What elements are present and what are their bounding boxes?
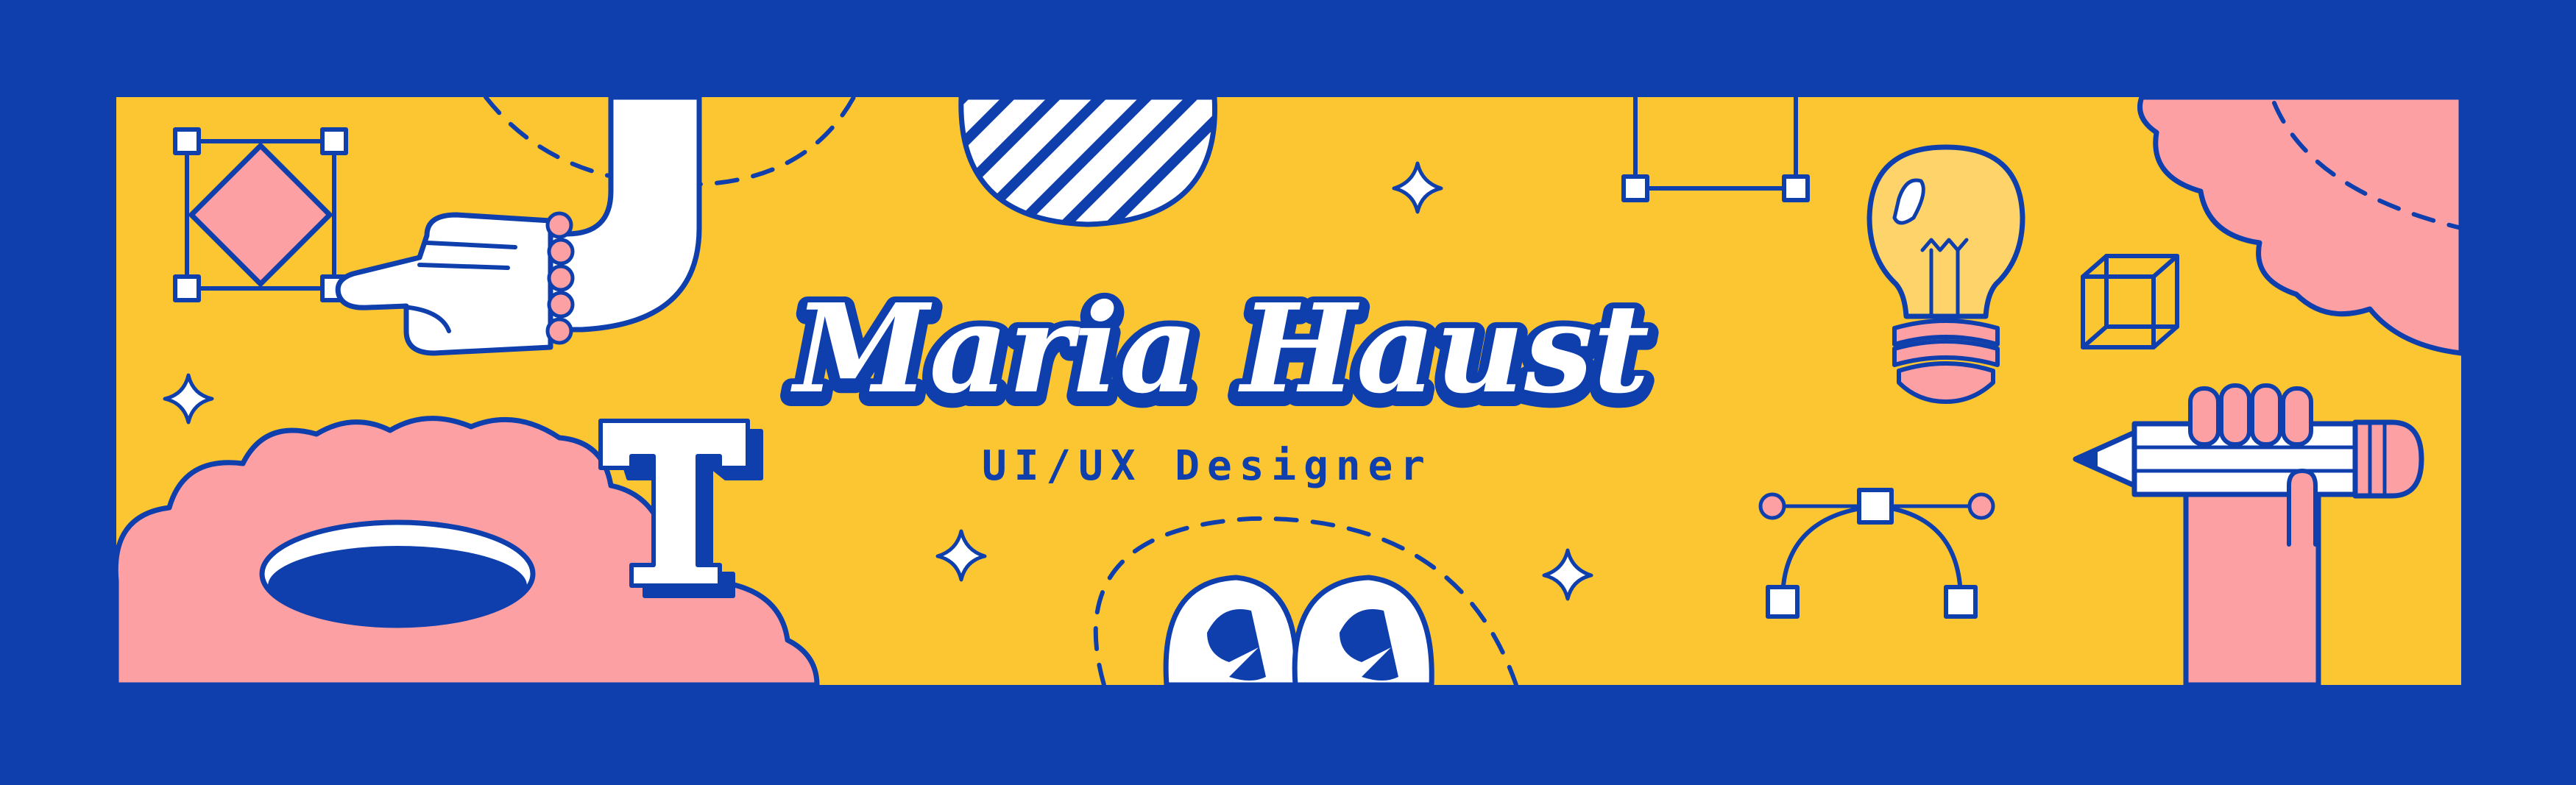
lightbulb-icon <box>1866 144 2025 404</box>
role-subtitle: UI/UX Designer <box>982 442 1432 490</box>
hole-icon <box>259 519 536 628</box>
banner-artwork: Maria Haust Maria Haust UI/UX Designer <box>0 0 2576 785</box>
banner: Maria Haust Maria Haust UI/UX Designer <box>0 0 2576 785</box>
name-title: Maria Haust <box>790 277 1649 421</box>
